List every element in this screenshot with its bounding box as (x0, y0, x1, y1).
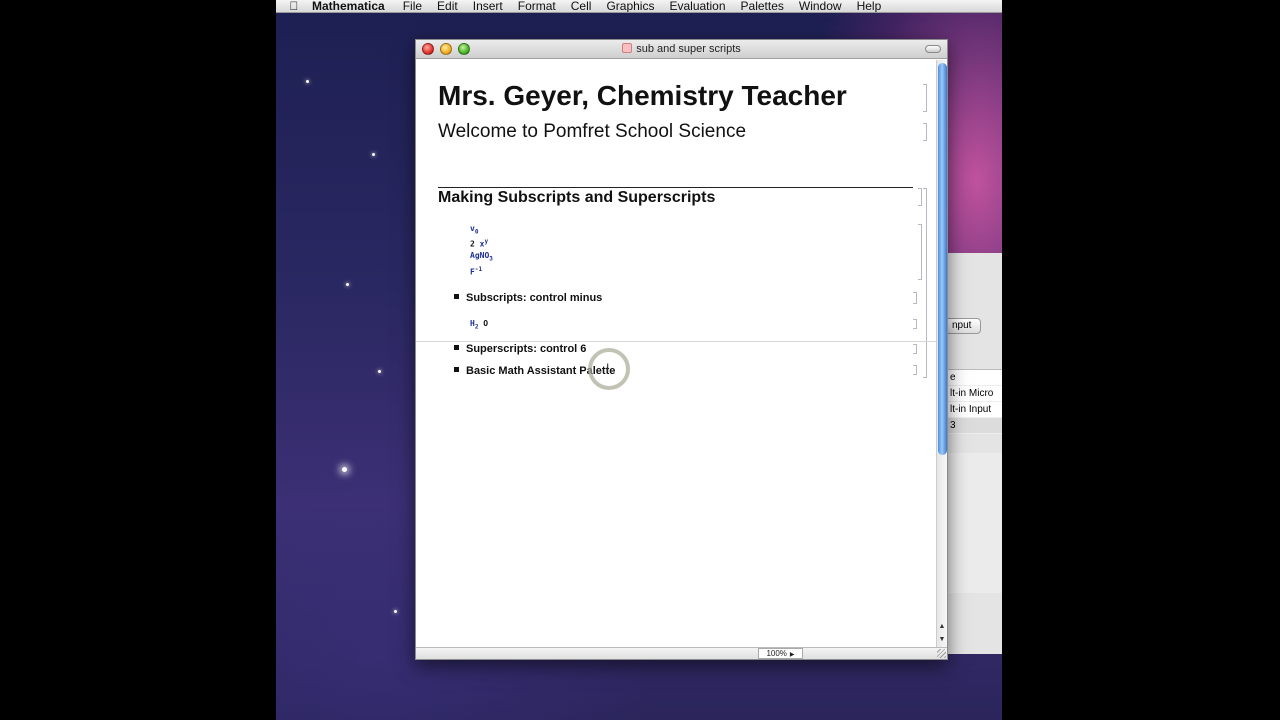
example-agno3[interactable]: AgNO3 (470, 251, 493, 265)
menu-bar:  Mathematica File Edit Insert Format Ce… (276, 0, 1002, 13)
star (372, 153, 375, 156)
menu-graphics[interactable]: Graphics (606, 0, 654, 12)
toolbar-toggle-button[interactable] (925, 45, 941, 53)
apple-icon[interactable]:  (276, 0, 312, 12)
notebook-title[interactable]: Mrs. Geyer, Chemistry Teacher (438, 80, 847, 112)
example-h2o[interactable]: H2 O (470, 319, 488, 333)
notebook-window: sub and super scripts Mrs. Geyer, Chemis… (415, 39, 948, 660)
example-2xy[interactable]: 2 xy (470, 237, 488, 250)
document-icon (622, 43, 633, 53)
window-title: sub and super scripts (416, 43, 947, 55)
star (394, 610, 397, 613)
list-item[interactable]: lt-in Input (945, 402, 1002, 418)
resize-grip[interactable] (937, 649, 946, 658)
menu-cell[interactable]: Cell (571, 0, 592, 12)
scroll-down-icon[interactable]: ▼ (937, 635, 947, 645)
list-header: e (945, 370, 1002, 386)
example-f-inverse[interactable]: F-1 (470, 265, 482, 278)
scrollbar-thumb[interactable] (938, 63, 947, 455)
menu-insert[interactable]: Insert (473, 0, 503, 12)
vertical-scrollbar[interactable]: ▲ ▼ (936, 60, 947, 648)
bullet (454, 367, 459, 372)
star (346, 283, 349, 286)
desktop:  Mathematica File Edit Insert Format Ce… (276, 0, 1002, 720)
menu-edit[interactable]: Edit (437, 0, 458, 12)
list-item[interactable]: lt-in Micro (945, 386, 1002, 402)
bullet (454, 294, 459, 299)
cell-bracket[interactable] (913, 365, 917, 375)
text-cursor-icon: I (606, 361, 610, 375)
star (306, 80, 309, 83)
section-divider (438, 187, 913, 188)
item-subscripts[interactable]: Subscripts: control minus (454, 292, 602, 304)
menu-evaluation[interactable]: Evaluation (669, 0, 725, 12)
cell-bracket[interactable] (918, 224, 922, 280)
title-bar[interactable]: sub and super scripts (416, 40, 947, 59)
insertion-line (416, 341, 947, 342)
triangle-right-icon: ▶ (789, 652, 795, 658)
star (342, 467, 347, 472)
cell-bracket[interactable] (923, 123, 927, 141)
menu-palettes[interactable]: Palettes (741, 0, 784, 12)
notebook-subtitle[interactable]: Welcome to Pomfret School Science (438, 121, 746, 143)
item-superscripts[interactable]: Superscripts: control 6 (454, 343, 586, 355)
group-bracket[interactable] (923, 188, 927, 378)
status-bar: 100% ▶ (416, 647, 947, 659)
background-list: e lt-in Micro lt-in Input 3 (945, 369, 1002, 434)
menu-format[interactable]: Format (518, 0, 556, 12)
star (378, 370, 381, 373)
scroll-up-icon[interactable]: ▲ (937, 622, 947, 632)
cell-bracket[interactable] (913, 319, 917, 329)
bullet (454, 345, 459, 350)
cell-bracket[interactable] (923, 84, 927, 112)
section-heading[interactable]: Making Subscripts and Superscripts (438, 189, 715, 207)
background-window[interactable]: nput e lt-in Micro lt-in Input 3 (941, 253, 1002, 654)
cell-bracket[interactable] (913, 344, 917, 354)
zoom-menu[interactable]: 100% ▶ (758, 648, 803, 659)
audio-panel (949, 453, 1002, 593)
menu-window[interactable]: Window (799, 0, 842, 12)
cell-bracket[interactable] (913, 292, 917, 304)
menu-app-name[interactable]: Mathematica (312, 0, 385, 12)
list-item[interactable]: 3 (945, 418, 1002, 434)
notebook-content[interactable]: Mrs. Geyer, Chemistry Teacher Welcome to… (416, 60, 936, 648)
example-v0[interactable]: v0 (470, 224, 478, 238)
cell-bracket[interactable] (918, 188, 922, 206)
menu-help[interactable]: Help (857, 0, 882, 12)
window-title-text: sub and super scripts (636, 43, 741, 55)
menu-file[interactable]: File (403, 0, 422, 12)
